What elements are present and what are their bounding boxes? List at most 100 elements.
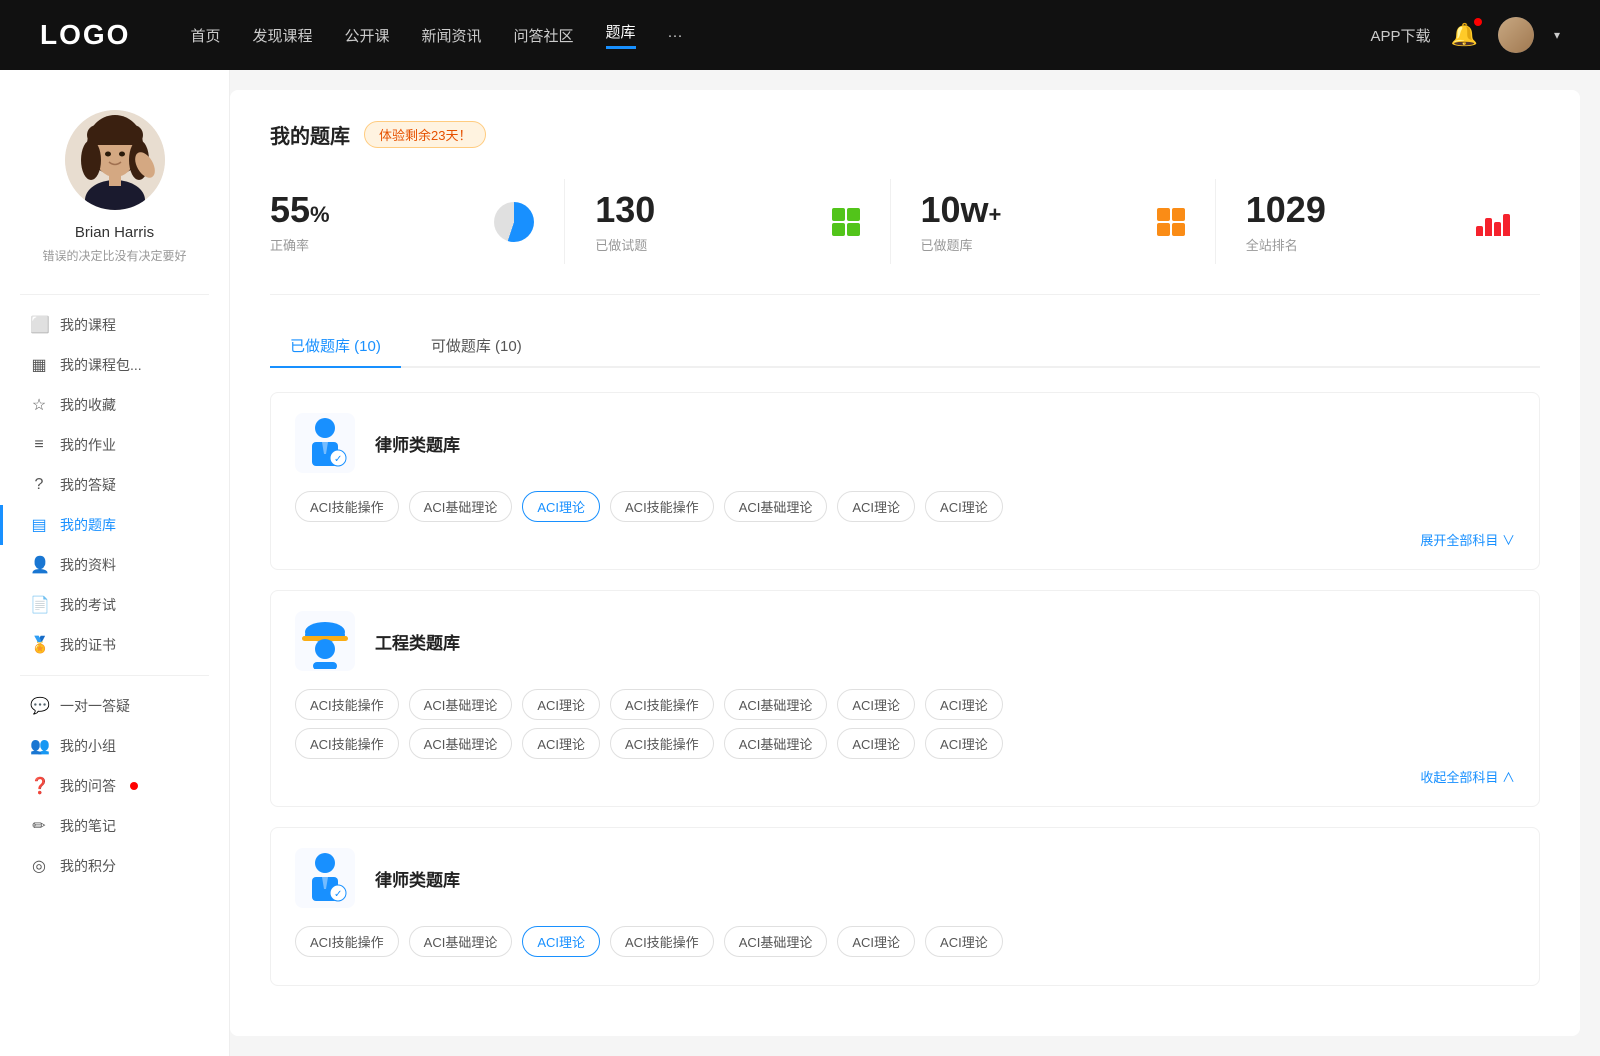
nav-qa[interactable]: 问答社区 <box>514 25 574 46</box>
sidebar-label-favorites: 我的收藏 <box>60 395 116 415</box>
stat-done-questions: 130 已做试题 <box>565 179 890 264</box>
grid-green-icon <box>832 208 860 236</box>
bank-icon-engineer <box>295 611 355 671</box>
bank-icon-lawyer: ✓ <box>295 413 355 473</box>
tag-eng-3[interactable]: ACI理论 <box>522 689 600 720</box>
tag-lawyer-1[interactable]: ACI技能操作 <box>295 491 399 522</box>
bank-section-lawyer2: ✓ 律师类题库 ACI技能操作 ACI基础理论 ACI理论 ACI技能操作 AC… <box>270 827 1540 986</box>
tag-lawyer-2[interactable]: ACI基础理论 <box>409 491 513 522</box>
tab-done-banks[interactable]: 已做题库 (10) <box>270 325 401 366</box>
tag-eng-13[interactable]: ACI理论 <box>837 728 915 759</box>
stat-done-banks-number: 10w+ <box>921 189 1002 231</box>
bank-header-engineer: 工程类题库 <box>295 611 1515 671</box>
tag-eng-10[interactable]: ACI理论 <box>522 728 600 759</box>
lawyer2-icon: ✓ <box>300 851 350 906</box>
expand-lawyer[interactable]: 展开全部科目 ∨ <box>295 530 1515 549</box>
tag-eng-7[interactable]: ACI理论 <box>925 689 1003 720</box>
tag-eng-1[interactable]: ACI技能操作 <box>295 689 399 720</box>
sidebar-item-qa[interactable]: ? 我的答疑 <box>0 465 229 505</box>
nav-public[interactable]: 公开课 <box>344 25 389 46</box>
tag-lawyer2-5[interactable]: ACI基础理论 <box>724 926 828 957</box>
sidebar-item-favorites[interactable]: ☆ 我的收藏 <box>0 385 229 425</box>
nav-more[interactable]: ··· <box>668 27 683 44</box>
sidebar-item-points[interactable]: ◎ 我的积分 <box>0 846 229 886</box>
tag-lawyer-5[interactable]: ACI基础理论 <box>724 491 828 522</box>
navbar-logo: LOGO <box>40 19 130 51</box>
profile-motto: 错误的决定比没有决定要好 <box>42 247 186 264</box>
tag-lawyer2-7[interactable]: ACI理论 <box>925 926 1003 957</box>
tag-lawyer-6[interactable]: ACI理论 <box>837 491 915 522</box>
sidebar-item-tutor[interactable]: 💬 一对一答疑 <box>0 686 229 726</box>
tag-eng-2[interactable]: ACI基础理论 <box>409 689 513 720</box>
avatar[interactable] <box>1498 17 1534 53</box>
tab-available-banks[interactable]: 可做题库 (10) <box>411 325 542 366</box>
tag-eng-14[interactable]: ACI理论 <box>925 728 1003 759</box>
stat-rank: 1029 全站排名 <box>1216 179 1540 264</box>
sidebar-label-tutor: 一对一答疑 <box>60 696 130 716</box>
stat-done-banks: 10w+ 已做题库 <box>891 179 1216 264</box>
tag-lawyer-3[interactable]: ACI理论 <box>522 491 600 522</box>
tag-eng-5[interactable]: ACI基础理论 <box>724 689 828 720</box>
sidebar-item-exam[interactable]: 📄 我的考试 <box>0 585 229 625</box>
tag-lawyer2-3[interactable]: ACI理论 <box>522 926 600 957</box>
tag-lawyer-7[interactable]: ACI理论 <box>925 491 1003 522</box>
tag-eng-12[interactable]: ACI基础理论 <box>724 728 828 759</box>
tag-eng-4[interactable]: ACI技能操作 <box>610 689 714 720</box>
tags-row-lawyer: ACI技能操作 ACI基础理论 ACI理论 ACI技能操作 ACI基础理论 AC… <box>295 491 1515 522</box>
bank-header-lawyer2: ✓ 律师类题库 <box>295 848 1515 908</box>
nav-discover[interactable]: 发现课程 <box>252 25 312 46</box>
tag-eng-8[interactable]: ACI技能操作 <box>295 728 399 759</box>
sidebar-item-homework[interactable]: ≡ 我的作业 <box>0 425 229 465</box>
main-content: 我的题库 体验剩余23天！ 55% 正确率 130 已做试题 <box>230 90 1580 1036</box>
sidebar-label-homework: 我的作业 <box>60 435 116 455</box>
bell-icon[interactable]: 🔔 <box>1451 22 1478 48</box>
nav-home[interactable]: 首页 <box>190 25 220 46</box>
tag-lawyer2-2[interactable]: ACI基础理论 <box>409 926 513 957</box>
points-icon: ◎ <box>30 856 48 876</box>
collapse-engineer[interactable]: 收起全部科目 ∧ <box>295 767 1515 786</box>
tag-lawyer2-1[interactable]: ACI技能操作 <box>295 926 399 957</box>
avatar-image <box>1498 17 1534 53</box>
stats-row: 55% 正确率 130 已做试题 <box>270 179 1540 295</box>
tag-eng-11[interactable]: ACI技能操作 <box>610 728 714 759</box>
bank-name-lawyer2: 律师类题库 <box>375 866 460 891</box>
sidebar-menu: ⬜ 我的课程 ▦ 我的课程包... ☆ 我的收藏 ≡ 我的作业 ? 我的答疑 ▤… <box>0 305 229 886</box>
sidebar-item-course[interactable]: ⬜ 我的课程 <box>0 305 229 345</box>
svg-text:✓: ✓ <box>334 454 342 465</box>
nav-questionbank[interactable]: 题库 <box>606 21 636 49</box>
chevron-down-icon[interactable]: ▾ <box>1554 28 1560 42</box>
tag-lawyer2-6[interactable]: ACI理论 <box>837 926 915 957</box>
stat-rank-label: 全站排名 <box>1246 235 1326 254</box>
tag-eng-9[interactable]: ACI基础理论 <box>409 728 513 759</box>
bank-icon-lawyer2: ✓ <box>295 848 355 908</box>
stat-done-questions-number: 130 <box>595 189 655 231</box>
course-icon: ⬜ <box>30 315 48 335</box>
sidebar-item-profile[interactable]: 👤 我的资料 <box>0 545 229 585</box>
sidebar-item-certificate[interactable]: 🏅 我的证书 <box>0 625 229 665</box>
myqa-badge <box>130 782 138 790</box>
exam-icon: 📄 <box>30 595 48 615</box>
sidebar-item-package[interactable]: ▦ 我的课程包... <box>0 345 229 385</box>
app-download-btn[interactable]: APP下载 <box>1371 25 1431 46</box>
tag-lawyer2-4[interactable]: ACI技能操作 <box>610 926 714 957</box>
engineer-icon <box>300 614 350 669</box>
sidebar-label-points: 我的积分 <box>60 856 116 876</box>
package-icon: ▦ <box>30 355 48 375</box>
tutor-icon: 💬 <box>30 696 48 716</box>
sidebar-label-package: 我的课程包... <box>60 355 142 375</box>
tag-lawyer-4[interactable]: ACI技能操作 <box>610 491 714 522</box>
sidebar-label-questionbank: 我的题库 <box>60 515 116 535</box>
sidebar-item-myqa[interactable]: ❓ 我的问答 <box>0 766 229 806</box>
qa-icon: ? <box>30 476 48 494</box>
sidebar-item-group[interactable]: 👥 我的小组 <box>0 726 229 766</box>
bank-section-lawyer: ✓ 律师类题库 ACI技能操作 ACI基础理论 ACI理论 ACI技能操作 AC… <box>270 392 1540 570</box>
stat-done-banks-label: 已做题库 <box>921 235 1002 254</box>
stat-rank-number: 1029 <box>1246 189 1326 231</box>
nav-news[interactable]: 新闻资讯 <box>422 25 482 46</box>
tag-eng-6[interactable]: ACI理论 <box>837 689 915 720</box>
tags-row-lawyer2: ACI技能操作 ACI基础理论 ACI理论 ACI技能操作 ACI基础理论 AC… <box>295 926 1515 957</box>
page-title: 我的题库 <box>270 120 350 149</box>
sidebar-profile: Brian Harris 错误的决定比没有决定要好 <box>0 70 229 284</box>
sidebar-item-notes[interactable]: ✏ 我的笔记 <box>0 806 229 846</box>
sidebar-item-questionbank[interactable]: ▤ 我的题库 <box>0 505 229 545</box>
